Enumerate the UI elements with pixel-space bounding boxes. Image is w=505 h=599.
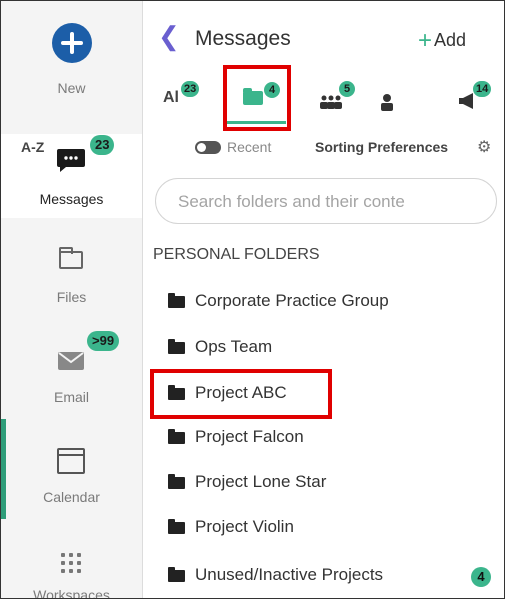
files-label[interactable]: Files [1,289,142,305]
tab-groups[interactable]: 5 [319,73,369,123]
left-rail: New 23 Messages Files >99 Email Calendar… [1,1,143,598]
email-count-badge: >99 [87,331,120,351]
person-icon [381,94,393,111]
folder-name: Project Lone Star [195,472,327,491]
plus-icon: + [418,27,433,54]
new-label[interactable]: New [1,80,142,96]
search-field[interactable] [155,178,497,224]
group-icon [320,95,342,109]
page-title: Messages [195,27,291,50]
tab-groups-badge: 5 [339,81,355,97]
app-window: New 23 Messages Files >99 Email Calendar… [0,0,505,599]
email-label[interactable]: Email [1,389,142,405]
search-input[interactable] [176,189,480,215]
folder-icon [168,474,185,489]
new-plus-icon[interactable] [52,23,92,63]
sorting-preferences-button[interactable]: Sorting Preferences [315,139,448,155]
folder-row[interactable]: Project Violin [143,505,504,549]
folder-name: Project Violin [195,517,294,536]
folder-icon [168,567,185,582]
folder-unread-badge: 4 [471,567,491,587]
tab-all-badge: 23 [181,81,200,97]
folder-row[interactable]: Corporate Practice Group [143,279,504,323]
workspaces-label[interactable]: Workspaces [1,587,142,598]
panel-header: ❮ Messages + Add [143,1,504,71]
messages-label[interactable]: Messages [1,191,142,207]
folder-name: Corporate Practice Group [195,291,389,310]
calendar-icon[interactable] [57,448,85,474]
folder-icon [168,429,185,444]
folder-name: Project Falcon [195,427,304,446]
chat-icon [57,149,85,172]
tab-announcements[interactable]: 14 [459,73,504,123]
gear-icon[interactable]: ⚙ [477,137,491,157]
folder-row[interactable]: Project Lone Star [143,460,504,504]
highlight-box-folders-tab [223,65,291,131]
folder-icon [168,519,185,534]
folder-name: Ops Team [195,337,273,356]
folder-icon [168,293,185,308]
calendar-label[interactable]: Calendar [1,489,142,505]
folder-row[interactable]: Ops Team [143,325,504,369]
folder-row[interactable]: Project Falcon [143,415,504,459]
megaphone-icon [459,93,473,109]
chevron-left-icon[interactable]: ❮ [158,23,180,49]
add-button[interactable]: + Add [418,27,466,55]
workspaces-grid-icon[interactable] [61,553,81,573]
sort-recent-label[interactable]: Recent [227,139,271,155]
folder-row[interactable]: Unused/Inactive Projects 4 [143,553,504,597]
sort-toggle[interactable] [195,141,221,154]
section-title: PERSONAL FOLDERS [153,246,320,263]
folder-icon [168,339,185,354]
tab-announcements-badge: 14 [473,81,492,97]
tab-direct[interactable] [379,73,419,123]
folder-name: Unused/Inactive Projects [195,565,384,584]
add-label: Add [434,30,467,50]
messages-count-badge: 23 [90,135,115,155]
tab-all[interactable]: Al 23 [163,73,223,123]
tab-all-label: Al [163,89,179,106]
sort-az-label[interactable]: A-Z [21,139,44,155]
envelope-icon[interactable] [57,351,85,371]
highlight-box-project-abc [150,369,332,419]
files-folder-icon[interactable] [59,247,83,269]
